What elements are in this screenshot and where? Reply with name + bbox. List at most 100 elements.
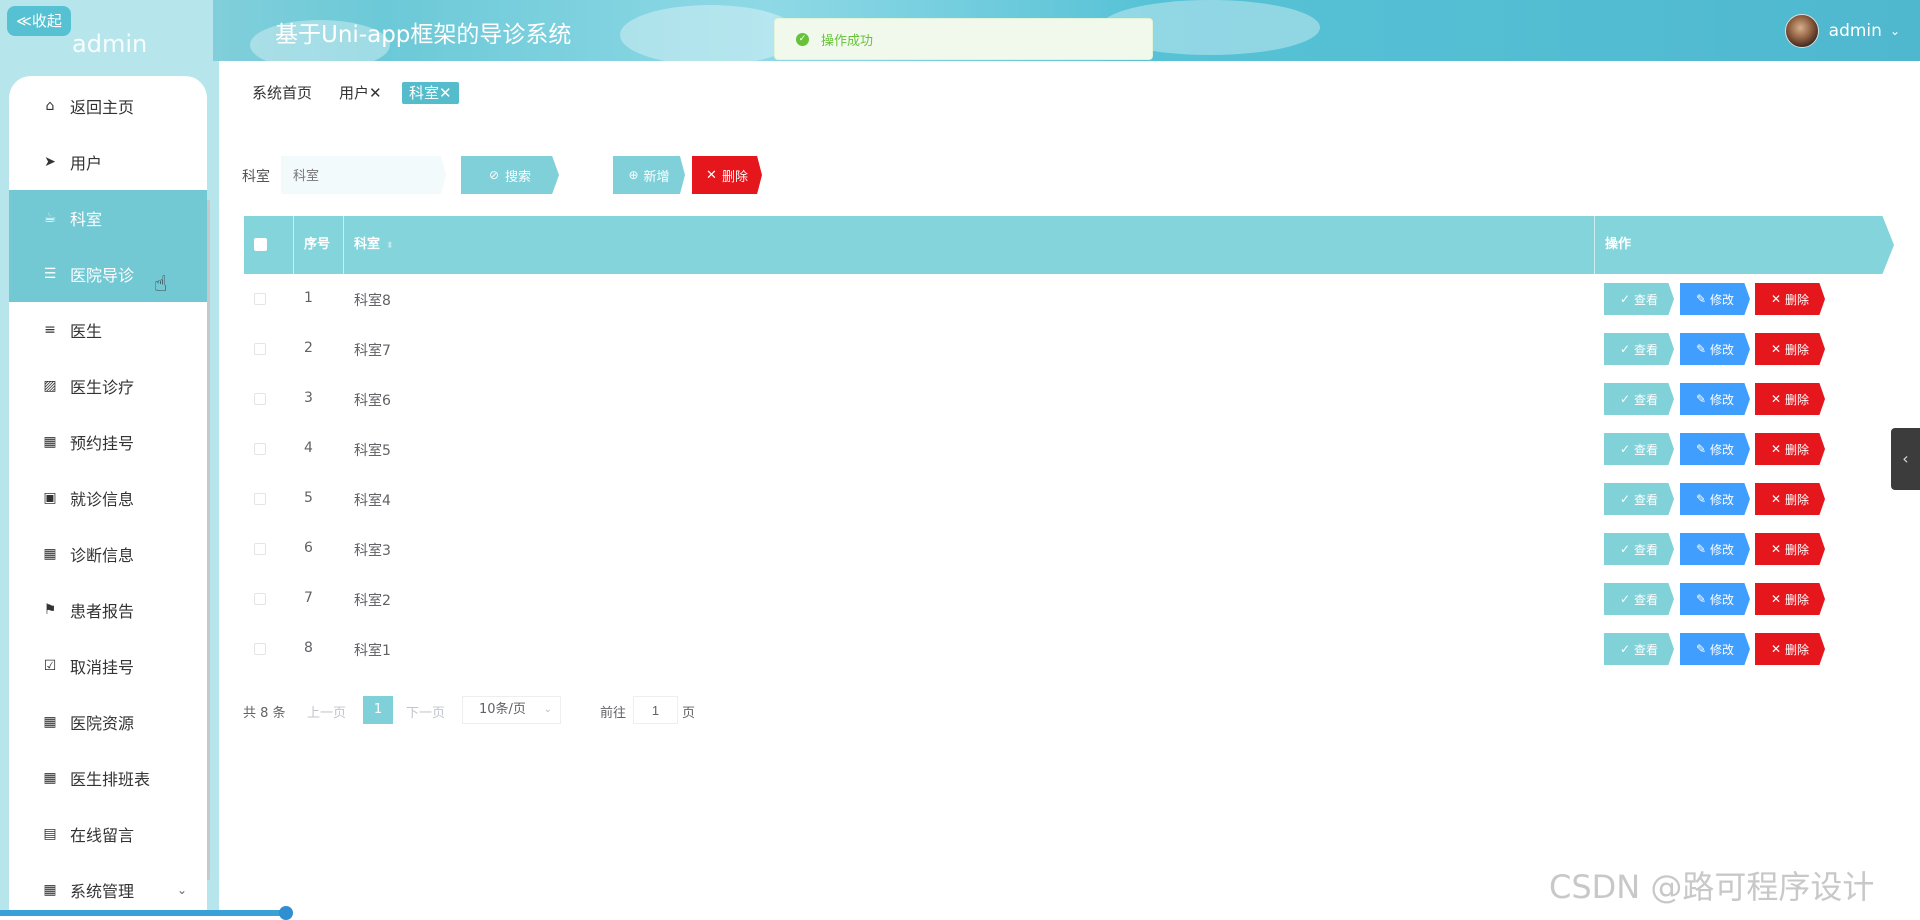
- tab-home[interactable]: 系统首页: [252, 82, 312, 104]
- edit-button[interactable]: ✎ 修改: [1680, 383, 1750, 415]
- sidebar-item-7[interactable]: ▣ 就诊信息: [9, 470, 207, 526]
- sidebar-item-1[interactable]: ➤ 用户: [9, 134, 207, 190]
- sidebar-item-13[interactable]: ▤ 在线留言: [9, 806, 207, 862]
- page-size-select[interactable]: 10条/页 ⌄: [462, 696, 561, 724]
- delete-button-label: 删除: [1785, 292, 1810, 307]
- sidebar-item-5[interactable]: ▨ 医生诊疗: [9, 358, 207, 414]
- row-checkbox[interactable]: [254, 493, 266, 505]
- sidebar-item-label: 医生诊疗: [70, 378, 135, 397]
- pagination-next[interactable]: 下一页: [406, 700, 445, 728]
- sidebar-item-9[interactable]: ⚑ 患者报告: [9, 582, 207, 638]
- view-button[interactable]: ✓ 查看: [1604, 633, 1674, 665]
- edit-button-label: 修改: [1710, 342, 1735, 357]
- avatar[interactable]: [1784, 14, 1819, 48]
- view-button-label: 查看: [1634, 492, 1659, 507]
- row-checkbox[interactable]: [254, 593, 266, 605]
- delete-button[interactable]: ✕ 删除: [1755, 333, 1825, 365]
- delete-button[interactable]: ✕ 删除: [1755, 283, 1825, 315]
- sidebar-item-label: 用户: [70, 154, 103, 173]
- watermark: CSDN @路可程序设计: [1549, 868, 1875, 906]
- header-cloud-decoration: [620, 5, 800, 65]
- bulk-delete-button-label: 删除: [721, 169, 748, 185]
- edit-button-label: 修改: [1710, 642, 1735, 657]
- row-checkbox[interactable]: [254, 393, 266, 405]
- row-department-name: 科室6: [354, 393, 391, 409]
- edit-button[interactable]: ✎ 修改: [1680, 333, 1750, 365]
- sort-icon[interactable]: ⬍: [386, 241, 394, 251]
- sidebar-item-6[interactable]: ▦ 预约挂号: [9, 414, 207, 470]
- add-button[interactable]: ⊕ 新增: [613, 156, 685, 194]
- search-button[interactable]: ⊘ 搜索: [461, 156, 559, 194]
- close-icon: ✕: [1770, 542, 1782, 556]
- sidebar-item-label: 诊断信息: [70, 546, 135, 565]
- edit-button[interactable]: ✎ 修改: [1680, 483, 1750, 515]
- edit-button[interactable]: ✎ 修改: [1680, 583, 1750, 615]
- edit-button[interactable]: ✎ 修改: [1680, 283, 1750, 315]
- view-button-label: 查看: [1634, 542, 1659, 557]
- department-search-input[interactable]: [281, 156, 446, 194]
- sidebar-item-10[interactable]: ☑ 取消挂号: [9, 638, 207, 694]
- edit-button[interactable]: ✎ 修改: [1680, 533, 1750, 565]
- chevron-left-icon[interactable]: ‹: [1891, 428, 1920, 490]
- cup-icon: ☕: [43, 210, 57, 226]
- view-button[interactable]: ✓ 查看: [1604, 433, 1674, 465]
- edit-button[interactable]: ✎ 修改: [1680, 633, 1750, 665]
- sidebar-item-8[interactable]: ▦ 诊断信息: [9, 526, 207, 582]
- edit-icon: ✎: [1695, 292, 1707, 306]
- row-department-name: 科室1: [354, 643, 391, 659]
- username[interactable]: admin: [1829, 21, 1882, 41]
- sidebar-scrollbar[interactable]: [207, 200, 210, 880]
- tab-department[interactable]: 科室✕: [402, 82, 459, 104]
- view-button[interactable]: ✓ 查看: [1604, 583, 1674, 615]
- chevron-down-icon[interactable]: ⌄: [1890, 24, 1900, 38]
- edit-button[interactable]: ✎ 修改: [1680, 433, 1750, 465]
- delete-button[interactable]: ✕ 删除: [1755, 583, 1825, 615]
- delete-button[interactable]: ✕ 删除: [1755, 533, 1825, 565]
- view-button[interactable]: ✓ 查看: [1604, 483, 1674, 515]
- close-icon: ✕: [1770, 492, 1782, 506]
- view-button[interactable]: ✓ 查看: [1604, 533, 1674, 565]
- edit-icon: ✎: [1695, 542, 1707, 556]
- pagination-prev[interactable]: 上一页: [307, 700, 346, 728]
- delete-button[interactable]: ✕ 删除: [1755, 433, 1825, 465]
- check-icon: ✓: [1619, 592, 1631, 606]
- view-button[interactable]: ✓ 查看: [1604, 333, 1674, 365]
- message-icon: ▤: [43, 826, 57, 842]
- delete-button[interactable]: ✕ 删除: [1755, 633, 1825, 665]
- header-divider: [293, 216, 294, 274]
- row-index: 4: [304, 440, 313, 456]
- view-button[interactable]: ✓ 查看: [1604, 283, 1674, 315]
- delete-button-label: 删除: [1785, 342, 1810, 357]
- success-toast: ✓ 操作成功: [774, 18, 1153, 60]
- sidebar-item-11[interactable]: ▦ 医院资源: [9, 694, 207, 750]
- select-all-checkbox[interactable]: [254, 238, 267, 251]
- user-menu[interactable]: admin ⌄: [1784, 14, 1900, 48]
- check-icon: ✓: [1619, 442, 1631, 456]
- row-checkbox[interactable]: [254, 643, 266, 655]
- pagination-goto-input[interactable]: [633, 696, 678, 724]
- sidebar-item-2[interactable]: ☕ 科室: [9, 190, 207, 246]
- bulk-delete-button[interactable]: ✕ 删除: [692, 156, 762, 194]
- row-checkbox[interactable]: [254, 543, 266, 555]
- tab-users[interactable]: 用户✕: [339, 82, 382, 104]
- row-checkbox[interactable]: [254, 293, 266, 305]
- sidebar-item-12[interactable]: ▦ 医生排班表: [9, 750, 207, 806]
- search-button-label: 搜索: [505, 169, 532, 185]
- sidebar-item-3[interactable]: ☰ 医院导诊: [9, 246, 207, 302]
- search-label: 科室: [242, 169, 270, 185]
- sidebar-item-0[interactable]: ⌂ 返回主页: [9, 78, 207, 134]
- bottom-progress-handle[interactable]: [279, 906, 293, 920]
- delete-button[interactable]: ✕ 删除: [1755, 483, 1825, 515]
- sidebar-item-4[interactable]: ≡ 医生: [9, 302, 207, 358]
- sidebar-item-label: 在线留言: [70, 826, 135, 845]
- delete-button[interactable]: ✕ 删除: [1755, 383, 1825, 415]
- row-checkbox[interactable]: [254, 443, 266, 455]
- pagination-current-page[interactable]: 1: [363, 696, 393, 724]
- row-checkbox[interactable]: [254, 343, 266, 355]
- page-size-value: 10条/页: [479, 702, 526, 717]
- collapse-sidebar-button[interactable]: ≪收起: [7, 6, 71, 36]
- column-header-department[interactable]: 科室 ⬍: [354, 216, 394, 274]
- sidebar-item-label: 取消挂号: [70, 658, 135, 677]
- view-button[interactable]: ✓ 查看: [1604, 383, 1674, 415]
- chevron-down-icon: ⌄: [543, 704, 552, 715]
